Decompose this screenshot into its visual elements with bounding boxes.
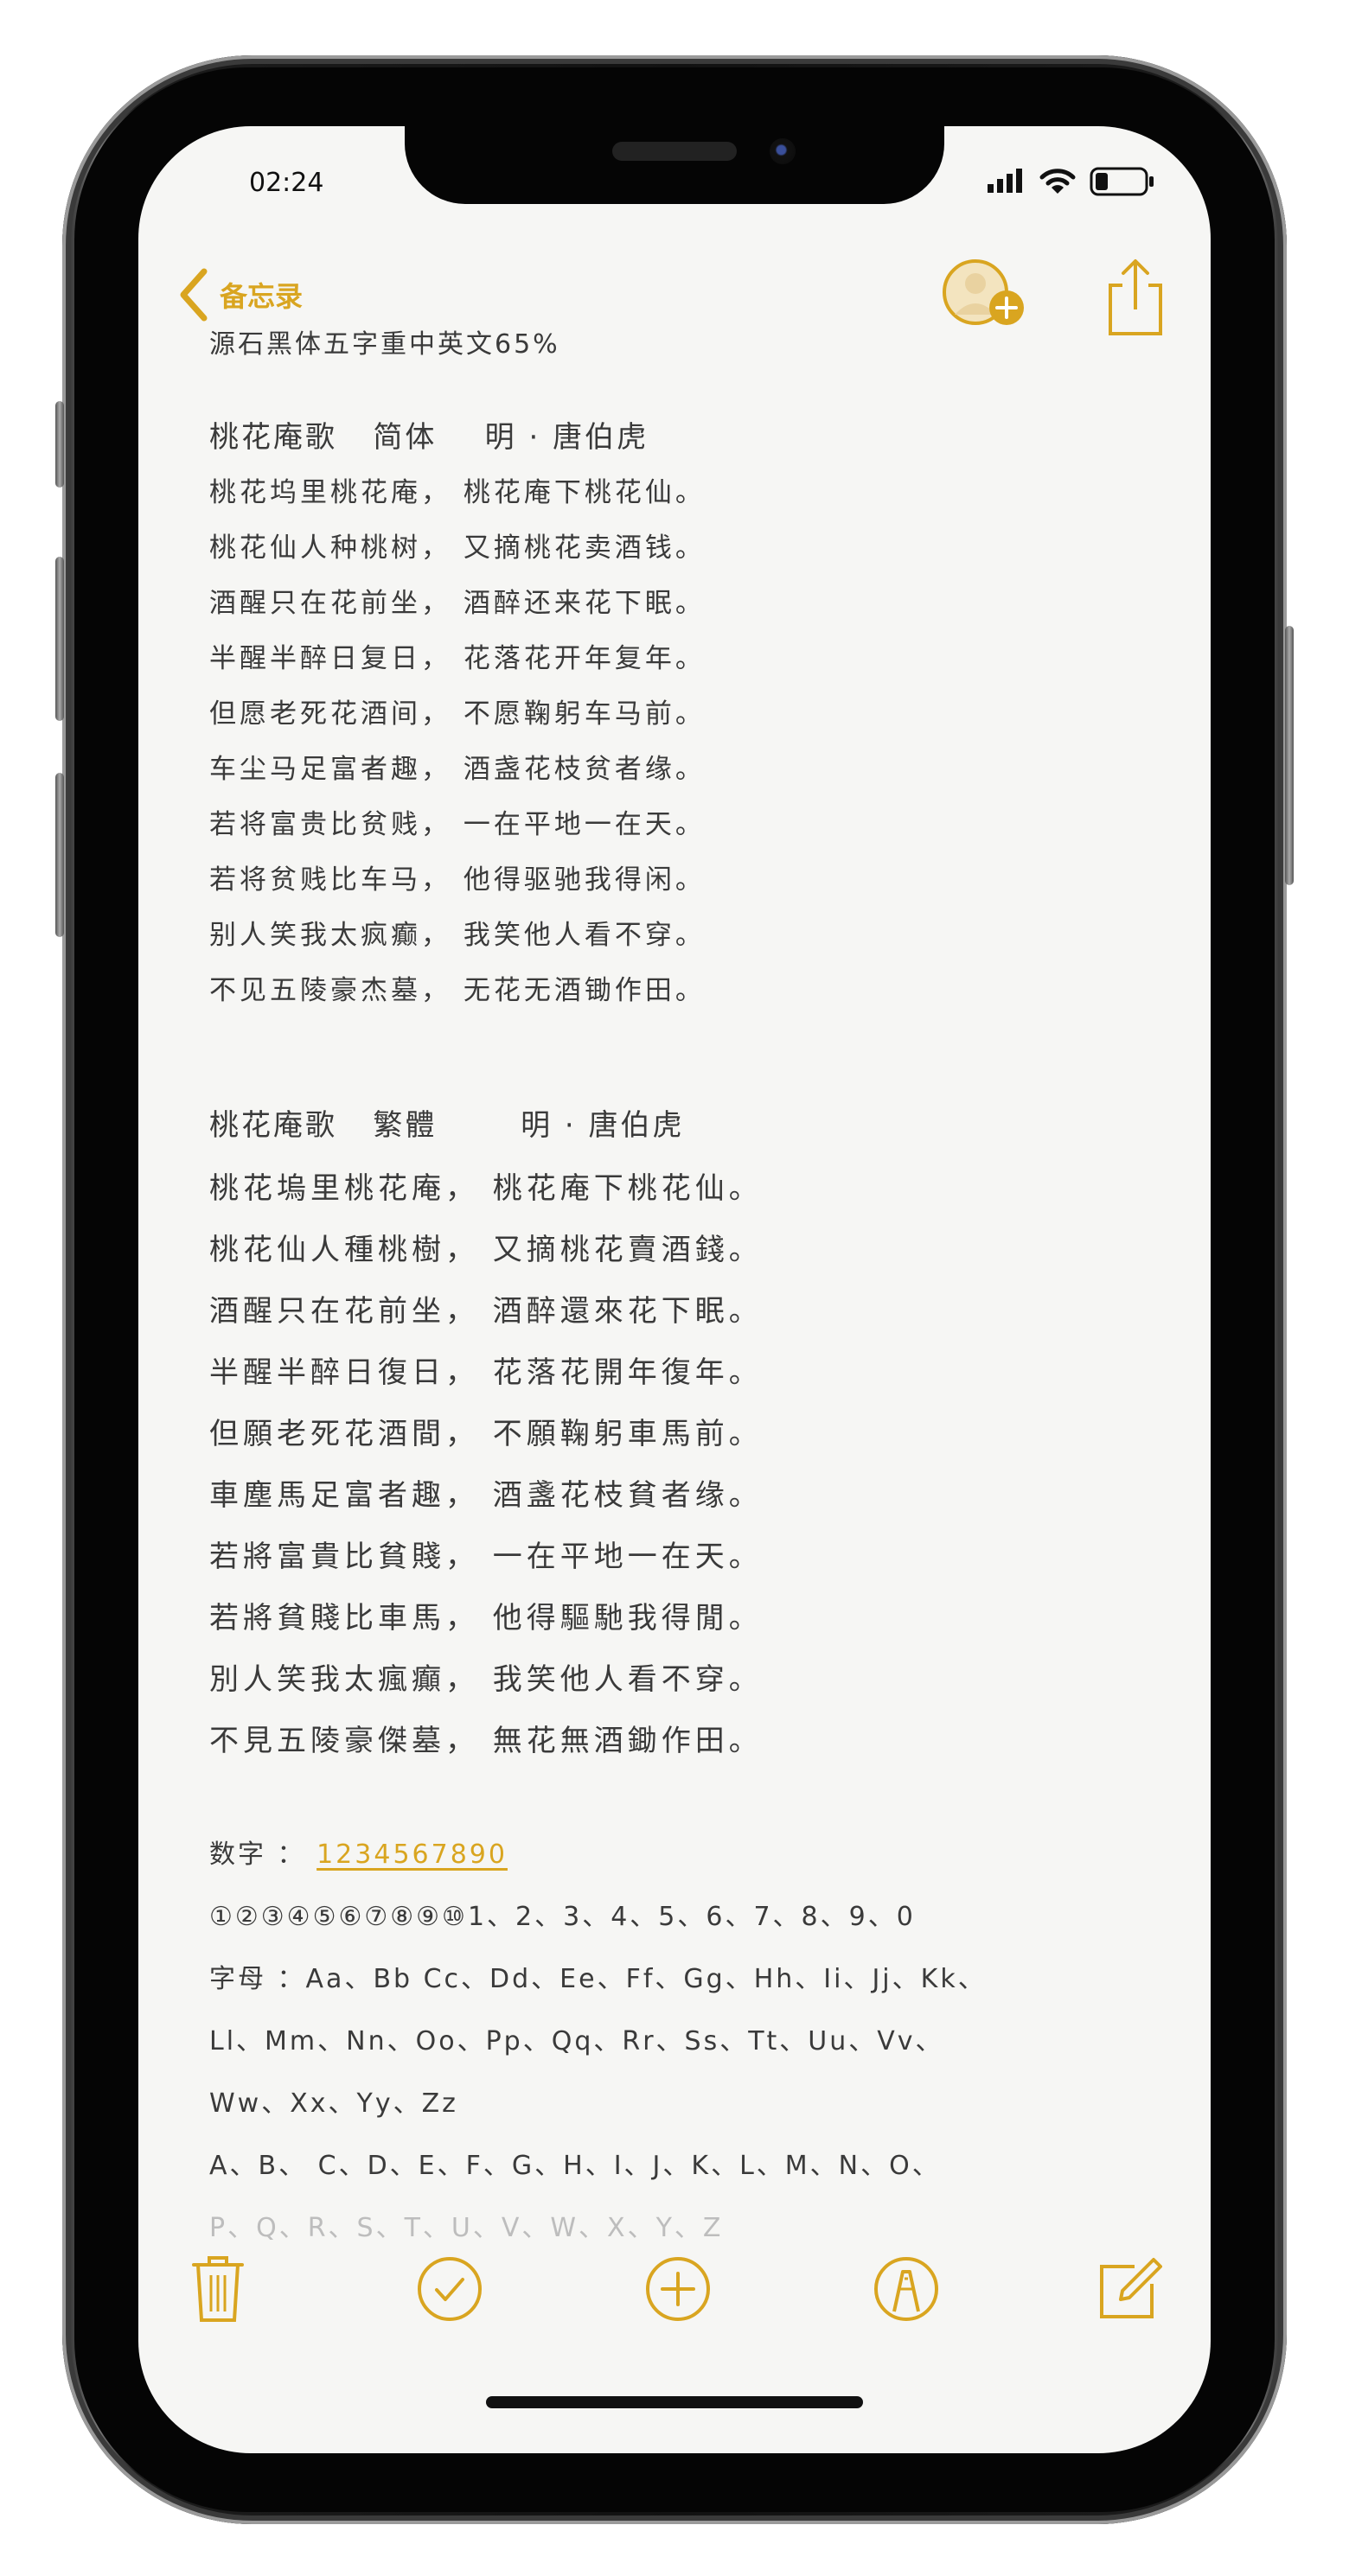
poem-line: 桃花塢里桃花庵， 桃花庵下桃花仙。 [209,1171,763,1206]
digits-row: 数字 ： 1234567890 [209,1824,1143,1886]
back-button[interactable]: 备忘录 [178,268,303,322]
digits-label: 数字 ： [209,1840,306,1870]
note-subtitle: 源石黑体五字重中英文65% [209,329,560,360]
add-attachment-button[interactable] [645,2256,711,2325]
poem-line: 但願老死花酒間， 不願鞠躬車馬前。 [209,1417,763,1451]
back-button-label: 备忘录 [220,280,304,313]
compose-icon [1100,2258,1162,2318]
plus-circle-icon [646,2257,710,2321]
cellular-signal-icon [988,169,1022,193]
poem-line: 車塵馬足富者趣， 酒盞花枝貧者缘。 [209,1478,763,1513]
trash-icon [192,2256,244,2322]
wifi-icon [1039,169,1076,194]
poem-line: 但愿老死花酒间， 不愿鞠躬车马前。 [209,698,706,730]
letters-line: Ww、Xx、Yy、Zz [209,2088,458,2119]
section1-heading: 桃花庵歌 简体 明 · 唐伯虎 [209,420,649,455]
poem-line: 不见五陵豪杰墓， 无花无酒锄作田。 [209,975,706,1006]
phone-screen: 02:24 备忘录 源石黑体五字重中英文65% 桃花庵歌 简体 明 · 唐伯虎 … [138,126,1211,2453]
letters-line: 字母 ：Aa、Bb Cc、Dd、Ee、Ff、Gg、Hh、Ii、Jj、Kk、 [209,1964,987,1994]
volume-up-button [55,557,64,721]
poem-line: 桃花仙人种桃树， 又摘桃花卖酒钱。 [209,532,706,564]
earpiece-speaker [612,142,737,161]
poem-line: 桃花仙人種桃樹， 又摘桃花賣酒錢。 [209,1233,763,1267]
battery-icon [1090,167,1154,196]
digits-line: ①②③④⑤⑥⑦⑧⑨⑩1、2、3、4、5、6、7、8、9、0 [209,1902,916,1932]
checkmark-circle-icon [418,2257,482,2321]
compose-button[interactable] [1096,2253,1162,2325]
bottom-toolbar [138,2253,1211,2339]
poem-line: 不見五陵豪傑墓， 無花無酒鋤作田。 [209,1724,763,1758]
poem-line: 半醒半醉日复日， 花落花开年复年。 [209,643,706,674]
status-icons [986,166,1155,197]
home-indicator[interactable] [486,2396,863,2408]
markup-button[interactable] [873,2256,939,2325]
front-camera [770,138,796,164]
silent-switch [55,401,64,488]
poem-line: 若将贫贱比车马， 他得驱驰我得闲。 [209,864,706,896]
poem-line: 车尘马足富者趣， 酒盏花枝贫者缘。 [209,754,706,785]
poem-line: 若将富贵比贫贱， 一在平地一在天。 [209,809,706,840]
pen-circle-icon [874,2257,938,2321]
letters-line: Ll、Mm、Nn、Oo、Pp、Qq、Rr、Ss、Tt、Uu、Vv、 [209,2026,944,2056]
notch [405,126,944,204]
volume-down-button [55,773,64,937]
note-body[interactable]: 源石黑体五字重中英文65% 桃花庵歌 简体 明 · 唐伯虎 桃花坞里桃花庵， 桃… [209,315,1143,2260]
poem-line: 若將富貴比貧賤， 一在平地一在天。 [209,1540,763,1574]
poem-line: 若將貧賤比車馬， 他得驅馳我得閒。 [209,1601,763,1636]
section2-heading: 桃花庵歌 繁體 明 · 唐伯虎 [209,1108,685,1143]
poem-line: 半醒半醉日復日， 花落花開年復年。 [209,1355,763,1390]
poem-line: 酒醒只在花前坐， 酒醉還來花下眠。 [209,1294,763,1329]
checklist-button[interactable] [417,2256,483,2325]
letters-line: A、B、 C、D、E、F、G、H、I、J、K、L、M、N、O、 [209,2151,941,2181]
delete-button[interactable] [190,2253,246,2327]
digits-link[interactable]: 1234567890 [316,1840,508,1870]
poem-line: 桃花坞里桃花庵， 桃花庵下桃花仙。 [209,477,706,508]
chevron-left-icon [180,268,208,322]
poem-line: 别人笑我太疯癫， 我笑他人看不穿。 [209,920,706,951]
poem-line: 別人笑我太瘋癲， 我笑他人看不穿。 [209,1662,763,1697]
letters-line-faded: P、Q、R、S、T、U、V、W、X、Y、Z [209,2213,724,2243]
poem-line: 酒醒只在花前坐， 酒醉还来花下眠。 [209,588,706,619]
power-button [1285,626,1294,885]
status-time: 02:24 [249,168,324,198]
